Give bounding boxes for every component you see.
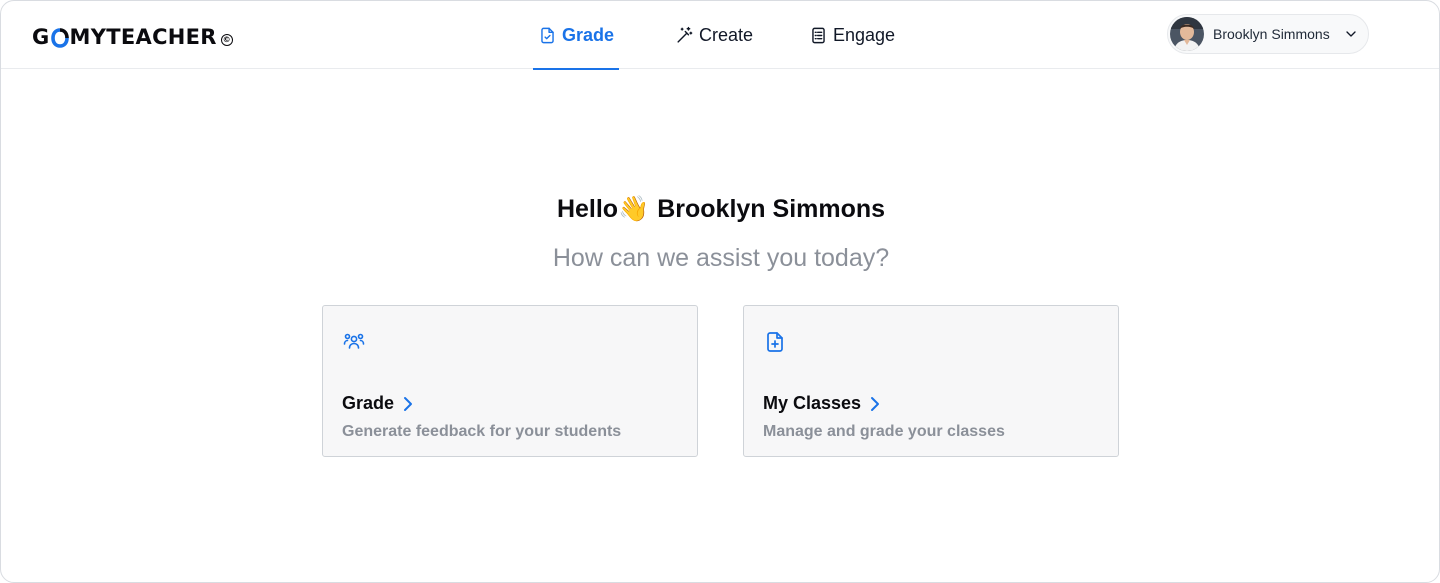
chevron-down-icon: [1346, 31, 1356, 37]
app-window: G MYTEACHER © Grade Create Engage Brookl…: [0, 0, 1440, 583]
user-name: Brooklyn Simmons: [1213, 26, 1330, 42]
greeting-name: Brooklyn Simmons: [657, 195, 886, 223]
greeting-heading: Hello👋 Brooklyn Simmons: [1, 195, 1439, 224]
users-group-icon: [343, 333, 365, 349]
logo-o-mark-icon: [50, 28, 69, 48]
grade-card-title-text: Grade: [342, 392, 395, 413]
my-classes-card-title-text: My Classes: [763, 392, 862, 413]
logo-registered-mark: ©: [220, 34, 233, 46]
my-classes-card[interactable]: My Classes Manage and grade your classes: [743, 305, 1119, 457]
chevron-right-icon: [404, 397, 413, 411]
avatar: [1170, 17, 1204, 51]
brand-logo[interactable]: G MYTEACHER ©: [32, 23, 233, 51]
chevron-right-icon: [871, 397, 880, 411]
grade-card-title: Grade: [342, 392, 416, 414]
nav-tab-grade-label: Grade: [561, 24, 615, 45]
logo-text-suffix: MYTEACHER: [69, 25, 217, 49]
nav-tab-grade[interactable]: Grade: [533, 1, 619, 70]
user-menu-button[interactable]: Brooklyn Simmons: [1167, 14, 1369, 54]
grade-card[interactable]: Grade Generate feedback for your student…: [322, 305, 698, 457]
page-subtitle: How can we assist you today?: [552, 244, 890, 272]
nav-tab-engage[interactable]: Engage: [809, 1, 895, 69]
nav-tab-engage-label: Engage: [833, 24, 896, 45]
greeting-prefix: Hello: [556, 195, 619, 223]
top-header: G MYTEACHER © Grade Create Engage Brookl…: [1, 1, 1439, 70]
magic-wand-icon: [677, 26, 693, 43]
nav-tab-create[interactable]: Create: [675, 1, 753, 69]
document-check-icon: [541, 27, 554, 43]
logo-text-prefix: G: [32, 25, 50, 49]
my-classes-card-description: Manage and grade your classes: [763, 423, 1005, 440]
grade-card-description: Generate feedback for your students: [342, 423, 622, 440]
checklist-icon: [812, 27, 825, 43]
document-plus-icon: [767, 332, 783, 352]
waving-hand-icon: 👋: [618, 195, 650, 223]
nav-tab-create-label: Create: [699, 24, 754, 45]
my-classes-card-title: My Classes: [763, 392, 883, 414]
